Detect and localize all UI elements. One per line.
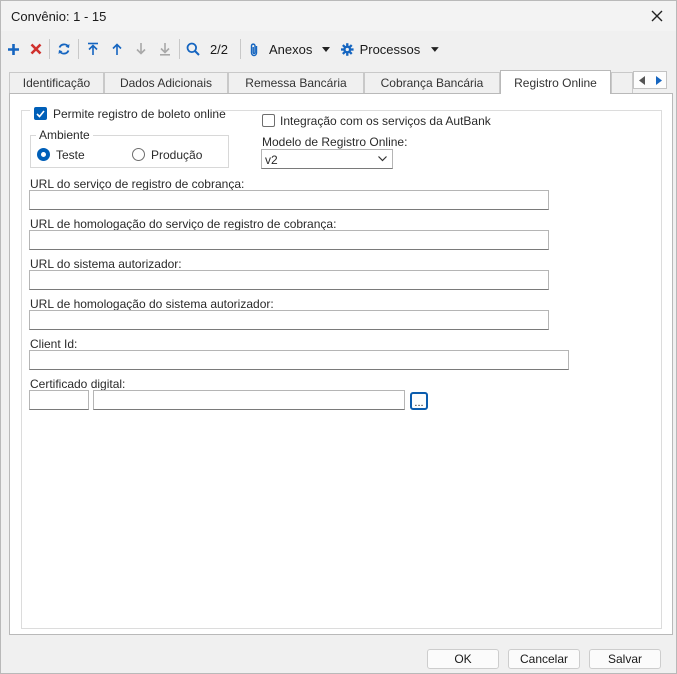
close-button[interactable]: [644, 4, 670, 28]
url-homolog-autorizador-input[interactable]: [29, 310, 549, 330]
search-icon: [186, 42, 200, 56]
processos-dropdown[interactable]: Processos: [341, 37, 439, 61]
tab-remessa-bancaria[interactable]: Remessa Bancária: [228, 72, 364, 93]
client-id-input[interactable]: [29, 350, 569, 370]
window-title: Convênio: 1 - 15: [11, 9, 107, 24]
modelo-value: v2: [265, 153, 278, 167]
integracao-autbank-label: Integração com os serviços da AutBank: [280, 114, 491, 128]
ambiente-producao-label: Produção: [151, 148, 203, 162]
tab-label: Cobrança Bancária: [380, 76, 484, 90]
url-autorizador-input[interactable]: [29, 270, 549, 290]
permite-registro-checkbox[interactable]: [34, 107, 47, 120]
ambiente-producao-radio[interactable]: [132, 148, 145, 161]
save-button[interactable]: Salvar: [589, 649, 661, 669]
ok-label: OK: [454, 652, 472, 666]
permite-registro-row[interactable]: Permite registro de boleto online: [30, 105, 226, 123]
chevron-down-icon: [322, 46, 331, 52]
tab-panel-registro-online: Permite registro de boleto online Ambien…: [9, 93, 673, 635]
tab-scroll-buttons: [633, 71, 667, 89]
gear-icon: [341, 42, 354, 56]
ambiente-label: Ambiente: [36, 128, 93, 142]
last-record-button[interactable]: [156, 37, 174, 61]
paperclip-icon: [250, 42, 258, 56]
url-homolog-autorizador-label: URL de homologação do sistema autorizado…: [30, 297, 274, 311]
refresh-button[interactable]: [54, 37, 74, 61]
anexos-dropdown[interactable]: Anexos: [249, 37, 333, 61]
previous-record-button[interactable]: [108, 37, 126, 61]
tab-registro-online[interactable]: Registro Online: [500, 70, 611, 94]
first-record-button[interactable]: [84, 37, 102, 61]
next-record-button[interactable]: [132, 37, 150, 61]
tab-strip: Identificação Dados Adicionais Remessa B…: [9, 70, 673, 94]
tab-cobranca-bancaria[interactable]: Cobrança Bancária: [364, 72, 500, 93]
tab-dados-adicionais[interactable]: Dados Adicionais: [104, 72, 228, 93]
record-counter-label: 2/2: [209, 41, 229, 57]
certificado-browse-button[interactable]: ...: [410, 392, 428, 410]
save-label: Salvar: [607, 652, 642, 666]
search-button[interactable]: [184, 37, 202, 61]
processos-label: Processos: [359, 41, 421, 57]
toolbar: 2/2 Anexos Processos: [1, 35, 676, 63]
tab-label: Dados Adicionais: [119, 76, 213, 90]
client-id-label: Client Id:: [30, 337, 78, 351]
arrow-first-icon: [88, 42, 98, 55]
ok-button[interactable]: OK: [427, 649, 499, 669]
tab-identificacao[interactable]: Identificação: [9, 72, 104, 93]
chevron-down-icon: [431, 46, 439, 52]
url-registro-input[interactable]: [29, 190, 549, 210]
modelo-select[interactable]: v2: [261, 149, 393, 169]
url-autorizador-label: URL do sistema autorizador:: [30, 257, 182, 271]
tab-scroll-left-button[interactable]: [634, 72, 650, 88]
tab-scroll-right-button[interactable]: [650, 72, 666, 88]
certificado-label: Certificado digital:: [30, 377, 126, 391]
ambiente-teste-label: Teste: [56, 148, 85, 162]
close-icon: [651, 10, 663, 22]
anexos-label: Anexos: [269, 41, 313, 57]
chevron-down-icon: [378, 156, 387, 162]
arrow-right-icon: [655, 75, 662, 85]
ambiente-teste-radio[interactable]: [37, 148, 50, 161]
cancel-label: Cancelar: [519, 652, 569, 666]
add-button[interactable]: [4, 37, 22, 61]
arrow-up-icon: [112, 43, 122, 55]
url-homolog-registro-label: URL de homologação do serviço de registr…: [30, 217, 337, 231]
checkmark-icon: [36, 109, 45, 118]
permite-registro-label: Permite registro de boleto online: [53, 107, 226, 121]
title-bar: Convênio: 1 - 15: [1, 1, 676, 31]
integracao-autbank-checkbox[interactable]: [262, 114, 275, 127]
arrow-down-icon: [136, 43, 146, 55]
delete-button[interactable]: [27, 37, 45, 61]
tab-overflow[interactable]: [611, 72, 633, 93]
arrow-left-icon: [638, 75, 645, 85]
browse-label: ...: [414, 397, 424, 409]
delete-x-icon: [30, 43, 42, 55]
url-homolog-registro-input[interactable]: [29, 230, 549, 250]
plus-icon: [7, 43, 19, 55]
cancel-button[interactable]: Cancelar: [508, 649, 580, 669]
dialog-window: Convênio: 1 - 15 2/2 Anexos Processos Id…: [0, 0, 677, 674]
tab-label: Registro Online: [514, 75, 597, 90]
tab-label: Remessa Bancária: [245, 76, 347, 90]
url-registro-label: URL do serviço de registro de cobrança:: [30, 177, 245, 191]
modelo-label: Modelo de Registro Online:: [262, 135, 408, 149]
certificado-code-input[interactable]: [29, 390, 89, 410]
record-counter: 2/2: [206, 37, 232, 61]
tab-label: Identificação: [22, 76, 91, 90]
certificado-name-input[interactable]: [93, 390, 405, 410]
arrow-last-icon: [160, 43, 170, 56]
refresh-icon: [58, 43, 70, 55]
